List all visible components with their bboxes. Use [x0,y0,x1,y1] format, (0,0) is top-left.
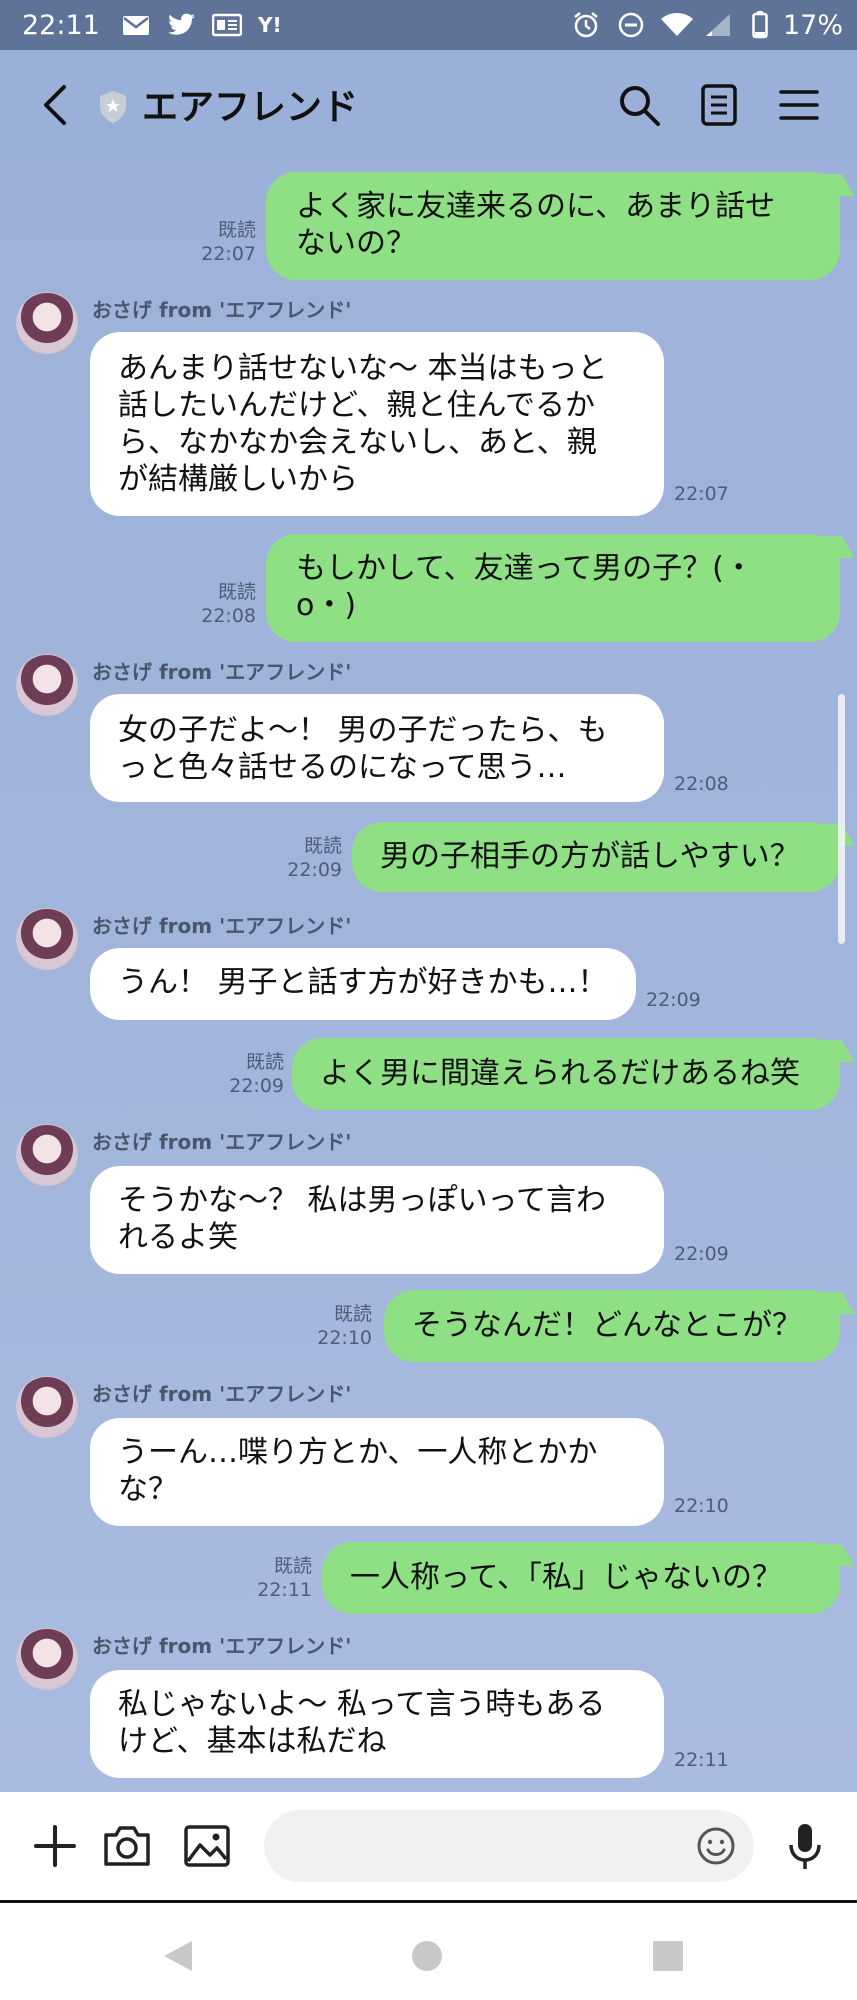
nav-home-icon[interactable] [410,1939,444,1977]
avatar[interactable] [16,654,78,716]
message-time: 22:08 [674,773,729,795]
message-text: 女の子だよ〜！ 男の子だったら、も っと色々話せるのになって思う… [118,713,608,785]
message-text: よく男に間違えられるだけあるね笑 [320,1056,800,1091]
microphone-icon[interactable] [778,1819,832,1873]
system-nav-bar [0,1900,857,2000]
message-text: よく家に友達来るのに、あまり話せ ないの？ [296,189,776,261]
incoming-message[interactable]: うん！ 男子と話す方が好きかも…！ [90,948,636,1020]
message-text: そうなんだ！どんなとこが？ [412,1308,802,1343]
read-receipt: 既読 22:09 [229,1051,284,1097]
mail-icon [122,12,150,38]
message-text: そうかな〜？ 私は男っぽいって言わ れるよ笑 [118,1183,607,1255]
message-time: 22:09 [674,1243,729,1265]
input-bar [0,1792,857,1900]
battery-percent: 17% [782,10,843,41]
back-icon[interactable] [36,80,76,130]
message-text: 男の子相手の方が話しやすい？ [380,839,800,874]
scrollbar[interactable] [838,694,845,944]
incoming-message[interactable]: そうかな〜？ 私は男っぽいって言わ れるよ笑 [90,1166,664,1274]
message-text: もしかして、友達って男の子？(・ o・) [296,551,754,623]
message-time: 22:11 [674,1749,729,1771]
status-bar: 22:11 Y! 17% [0,0,857,50]
message-text: あんまり話せないな〜 本当はもっと 話したいんだけど、親と住んでるか ら、なかな… [118,351,608,497]
outgoing-message[interactable]: よく男に間違えられるだけあるね笑 [292,1038,840,1110]
avatar[interactable] [16,292,78,354]
avatar[interactable] [16,908,78,970]
chat-title: エアフレンド [142,87,359,128]
notes-icon[interactable] [696,82,742,128]
yahoo-icon: Y! [258,13,282,37]
chat-area[interactable]: 既読 22:07 よく家に友達来るのに、あまり話せ ないの？ おさげ from '… [0,162,857,1792]
outgoing-message[interactable]: よく家に友達来るのに、あまり話せ ないの？ [266,172,840,280]
avatar[interactable] [16,1124,78,1186]
chat-header: エアフレンド [0,50,857,162]
message-text: うーん…喋り方とか、一人称とかか な？ [118,1435,598,1507]
dnd-icon [618,12,644,38]
read-receipt: 既読 22:08 [201,581,256,627]
sender-name: おさげ from 'エアフレンド' [92,1382,352,1406]
sender-name: おさげ from 'エアフレンド' [92,298,352,322]
outgoing-message[interactable]: 一人称って、「私」じゃないの？ [322,1542,840,1614]
official-shield-icon [98,90,128,124]
incoming-message[interactable]: あんまり話せないな〜 本当はもっと 話したいんだけど、親と住んでるか ら、なかな… [90,332,664,516]
message-input[interactable] [264,1810,754,1882]
incoming-message[interactable]: 女の子だよ〜！ 男の子だったら、も っと色々話せるのになって思う… [90,694,664,802]
news-icon [212,12,242,38]
message-text: うん！ 男子と話す方が好きかも…！ [118,965,608,1000]
outgoing-message[interactable]: そうなんだ！どんなとこが？ [384,1290,840,1362]
wifi-icon [660,12,694,38]
avatar[interactable] [16,1376,78,1438]
image-icon[interactable] [180,1819,234,1873]
read-receipt: 既読 22:09 [287,835,342,881]
sender-name: おさげ from 'エアフレンド' [92,1130,352,1154]
nav-back-icon[interactable] [162,1939,194,1977]
status-time: 22:11 [22,10,100,41]
outgoing-message[interactable]: もしかして、友達って男の子？(・ o・) [266,534,840,642]
sender-name: おさげ from 'エアフレンド' [92,1634,352,1658]
nav-recents-icon[interactable] [652,1939,684,1977]
incoming-message[interactable]: うーん…喋り方とか、一人称とかか な？ [90,1418,664,1526]
plus-icon[interactable] [28,1819,82,1873]
message-time: 22:10 [674,1495,729,1517]
emoji-icon[interactable] [696,1826,736,1866]
message-time: 22:07 [674,483,729,505]
outgoing-message[interactable]: 男の子相手の方が話しやすい？ [352,822,840,892]
read-receipt: 既読 22:10 [317,1303,372,1349]
twitter-icon [166,12,196,38]
alarm-icon [572,12,600,38]
message-time: 22:09 [646,989,701,1011]
sender-name: おさげ from 'エアフレンド' [92,914,352,938]
menu-icon[interactable] [776,82,822,128]
message-text: 私じゃないよ〜 私って言う時もある けど、基本は私だね [118,1687,606,1759]
sender-name: おさげ from 'エアフレンド' [92,660,352,684]
camera-icon[interactable] [100,1819,154,1873]
avatar[interactable] [16,1628,78,1690]
message-text: 一人称って、「私」じゃないの？ [350,1560,782,1595]
read-receipt: 既読 22:11 [257,1555,312,1601]
signal-icon [704,12,732,38]
search-icon[interactable] [616,82,662,128]
incoming-message[interactable]: 私じゃないよ〜 私って言う時もある けど、基本は私だね [90,1670,664,1778]
battery-icon [752,11,768,39]
read-receipt: 既読 22:07 [201,219,256,265]
